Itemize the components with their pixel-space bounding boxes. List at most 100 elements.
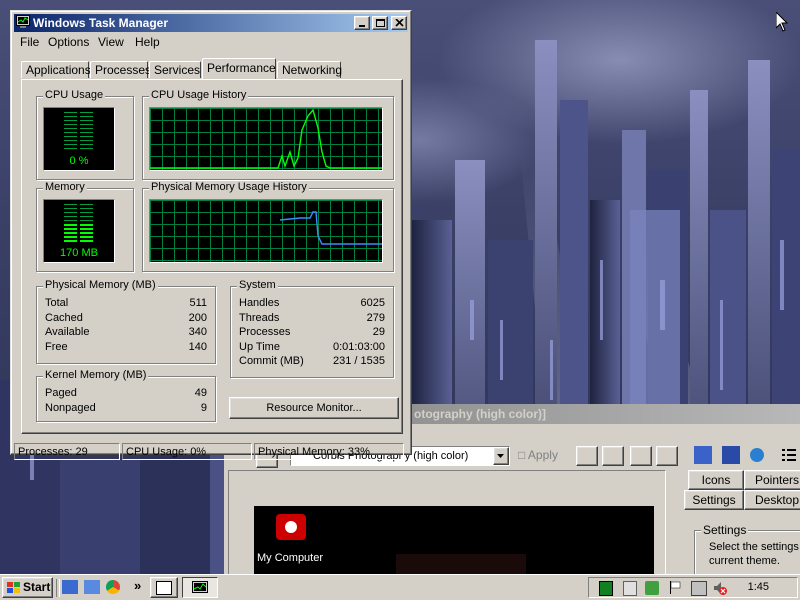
chrome-icon[interactable] (106, 580, 120, 594)
view-list-icon[interactable] (576, 446, 598, 466)
memory-title: Memory (43, 181, 87, 193)
minimize-button[interactable] (354, 16, 370, 30)
task-manager-window[interactable]: Windows Task Manager File Options View H… (10, 10, 412, 460)
system-commit-row: Commit (MB) 231 / 1535 (239, 355, 385, 367)
status-cpu: CPU Usage: 0% (122, 443, 252, 460)
view-details-icon[interactable] (602, 446, 624, 466)
status-bar: Processes: 29 CPU Usage: 0% Physical Mem… (14, 442, 408, 460)
background-window-title: otography (high color)] (414, 407, 546, 421)
camera-icon[interactable] (276, 514, 306, 540)
windows-logo-icon (7, 582, 20, 593)
memory-history-title: Physical Memory Usage History (149, 181, 309, 193)
status-memory: Physical Memory: 33% (254, 443, 404, 460)
tab-strip: Applications Processes Services Performa… (21, 58, 401, 80)
memory-group: Memory 170 MB (36, 181, 134, 272)
apply-icon: □ (518, 448, 526, 462)
task-manager-tray-icon[interactable] (599, 581, 613, 596)
menu-view[interactable]: View (98, 35, 124, 49)
system-tray: 1:45 (588, 577, 798, 598)
tab-icons[interactable]: Icons (688, 470, 744, 490)
kernel-paged-row: Paged 49 (45, 387, 207, 399)
tab-desktop[interactable]: Desktop (744, 490, 800, 510)
kernel-memory-title: Kernel Memory (MB) (43, 369, 149, 381)
cpu-history-graph (149, 107, 383, 171)
system-title: System (237, 279, 278, 291)
resource-monitor-label: Resource Monitor... (266, 402, 362, 414)
apply-button[interactable]: □ Apply (518, 448, 558, 462)
cpu-history-trace (150, 108, 382, 170)
title-bar[interactable]: Windows Task Manager (14, 14, 408, 32)
start-label: Start (23, 580, 51, 594)
system-processes-row: Processes 29 (239, 326, 385, 338)
network-icon[interactable] (722, 446, 740, 464)
menu-bar: File Options View Help (14, 33, 408, 51)
system-group: System Handles 6025 Threads 279 Processes 2… (230, 279, 394, 378)
monitor-icon[interactable] (694, 446, 712, 464)
cpu-history-title: CPU Usage History (149, 89, 249, 101)
physical-memory-group: Physical Memory (MB) Total 511 Cached 200 … (36, 279, 216, 364)
tab-pointers[interactable]: Pointers (744, 470, 800, 490)
kernel-nonpaged-row: Nonpaged 9 (45, 402, 207, 414)
tab-performance[interactable]: Performance (202, 58, 276, 79)
system-handles-row: Handles 6025 (239, 297, 385, 309)
quicklaunch-more[interactable]: » (134, 578, 141, 593)
memory-value: 170 MB (60, 247, 98, 259)
system-uptime-row: Up Time 0:01:03:00 (239, 341, 385, 353)
task-manager-icon (16, 15, 30, 28)
task-manager-icon (192, 581, 208, 593)
clock: 1:45 (747, 581, 769, 593)
memory-history-graph (149, 199, 383, 263)
cpu-usage-value: 0 % (69, 155, 89, 167)
settings-text-2: current theme. (709, 555, 780, 567)
minimize-icon (359, 25, 365, 27)
kernel-memory-group: Kernel Memory (MB) Paged 49 Nonpaged 9 (36, 369, 216, 422)
cpu-usage-title: CPU Usage (43, 89, 106, 101)
maximize-button[interactable] (372, 16, 388, 30)
memory-meter: 170 MB (43, 199, 115, 263)
cpu-usage-meter: 0 % (43, 107, 115, 171)
flag-icon[interactable] (669, 581, 681, 594)
list-icon[interactable] (780, 446, 798, 464)
close-icon (395, 19, 404, 27)
security-shield-icon[interactable] (645, 581, 659, 595)
start-button[interactable]: Start (2, 577, 53, 598)
display-properties-icon (156, 581, 172, 595)
document-tray-icon[interactable] (623, 581, 637, 596)
tab-networking[interactable]: Networking (277, 61, 342, 78)
close-button[interactable] (391, 16, 407, 30)
chevron-down-icon[interactable] (493, 447, 509, 465)
physical-memory-title: Physical Memory (MB) (43, 279, 158, 291)
menu-help[interactable]: Help (135, 35, 160, 49)
globe-icon[interactable] (750, 448, 764, 462)
settings-group-title: Settings (701, 523, 749, 537)
menu-file[interactable]: File (20, 35, 39, 49)
explorer-icon[interactable] (84, 580, 100, 594)
tab-settings[interactable]: Settings (684, 490, 744, 510)
volume-muted-icon[interactable] (713, 581, 727, 595)
physical-total-row: Total 511 (45, 297, 207, 309)
system-threads-row: Threads 279 (239, 312, 385, 324)
cpu-usage-group: CPU Usage 0 % (36, 89, 134, 180)
tab-processes[interactable]: Processes (90, 61, 151, 78)
my-computer-label: My Computer (257, 552, 324, 564)
tab-services[interactable]: Services (149, 61, 201, 78)
tab-applications[interactable]: Applications (21, 61, 91, 78)
view-window-icon[interactable] (630, 446, 652, 466)
physical-available-row: Available 340 (45, 326, 207, 338)
cpu-history-group: CPU Usage History (142, 89, 394, 180)
maximize-icon (376, 19, 385, 27)
memory-history-group: Physical Memory Usage History (142, 181, 394, 272)
network-tray-icon[interactable] (691, 581, 707, 596)
memory-history-trace (150, 200, 382, 262)
performance-panel: CPU Usage 0 % CPU Usage History Memory 1… (21, 79, 403, 434)
physical-free-row: Free 140 (45, 341, 207, 353)
window-title: Windows Task Manager (33, 16, 169, 30)
view-bucket-icon[interactable] (656, 446, 678, 466)
taskbar-task-manager-button[interactable] (182, 577, 218, 598)
resource-monitor-button[interactable]: Resource Monitor... (229, 397, 399, 419)
physical-cached-row: Cached 200 (45, 312, 207, 324)
taskbar-display-properties-button[interactable] (150, 577, 178, 598)
menu-options[interactable]: Options (48, 35, 89, 49)
show-desktop-icon[interactable] (62, 580, 78, 594)
settings-text-1: Select the settings (709, 541, 799, 553)
